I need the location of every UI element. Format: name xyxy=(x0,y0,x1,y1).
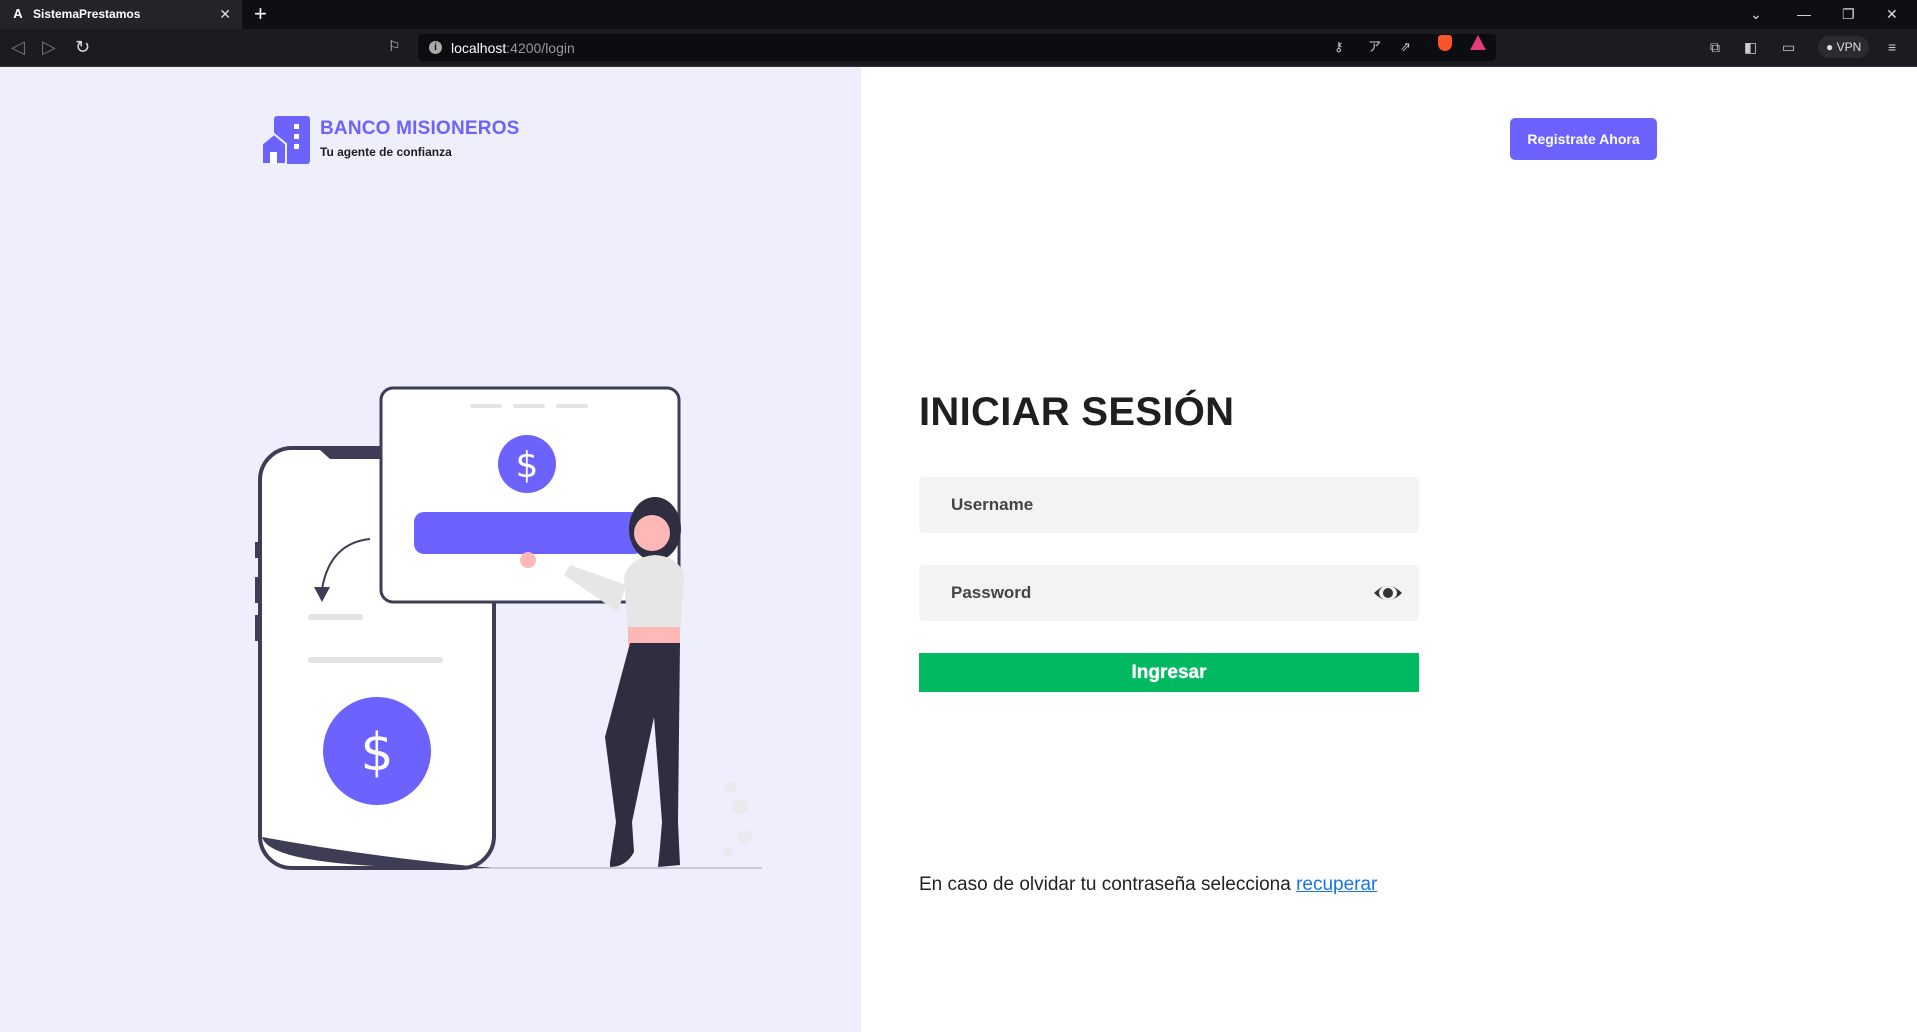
page-title: INICIAR SESIÓN xyxy=(919,390,1235,434)
recover-text: En caso de olvidar tu contraseña selecci… xyxy=(919,874,1291,895)
share-icon[interactable]: ⇗ xyxy=(1400,39,1411,55)
address-bar[interactable]: i localhost:4200/login ⚷ ア ⇗ xyxy=(418,34,1496,61)
brave-rewards-icon[interactable] xyxy=(1470,35,1486,50)
password-input[interactable] xyxy=(919,565,1419,621)
vpn-button[interactable]: ● VPN xyxy=(1818,36,1870,58)
bank-building-icon xyxy=(261,116,310,165)
mobile-payment-illustration: $ $ xyxy=(255,386,762,870)
brand-name: BANCO MISIONEROS xyxy=(320,118,520,139)
username-input[interactable] xyxy=(919,477,1419,533)
restore-icon[interactable]: ❐ xyxy=(1842,4,1855,24)
angular-favicon-icon: A xyxy=(13,6,23,21)
dollar-sign-icon: $ xyxy=(360,723,393,783)
login-page: BANCO MISIONEROS Tu agente de confianza … xyxy=(0,67,1917,1032)
minimize-icon[interactable]: — xyxy=(1797,4,1811,24)
close-window-icon[interactable]: ✕ xyxy=(1886,4,1898,24)
username-field[interactable] xyxy=(919,477,1419,533)
reload-icon[interactable]: ↻ xyxy=(75,37,90,57)
wallet-icon[interactable]: ▭ xyxy=(1782,38,1795,56)
close-tab-icon[interactable]: ✕ xyxy=(219,6,231,22)
browser-toolbar: ◁ ▷ ↻ ⚐ i localhost:4200/login ⚷ ア ⇗ ⧉ ◧… xyxy=(0,29,1917,67)
show-password-icon[interactable] xyxy=(1373,581,1403,605)
browser-tab[interactable]: A SistemaPrestamos ✕ xyxy=(0,0,242,29)
browser-tab-strip: A SistemaPrestamos ✕ + ⌄ — ❐ ✕ xyxy=(0,0,1917,29)
key-icon[interactable]: ⚷ xyxy=(1334,39,1344,55)
menu-icon[interactable]: ≡ xyxy=(1888,38,1896,56)
tab-search-chevron-icon[interactable]: ⌄ xyxy=(1750,4,1762,24)
recover-link[interactable]: recuperar xyxy=(1296,874,1377,895)
recover-password-text: En caso de olvidar tu contraseña selecci… xyxy=(919,874,1377,896)
url-text[interactable]: localhost:4200/login xyxy=(451,40,575,56)
forward-icon[interactable]: ▷ xyxy=(42,37,56,57)
brave-shields-icon[interactable] xyxy=(1438,35,1452,51)
new-tab-icon[interactable]: + xyxy=(254,3,267,25)
tab-title: SistemaPrestamos xyxy=(33,7,141,21)
bookmark-icon[interactable]: ⚐ xyxy=(388,38,401,55)
dollar-sign-icon-small: $ xyxy=(516,445,539,486)
sidebar-icon[interactable]: ◧ xyxy=(1744,38,1757,56)
brand-tagline: Tu agente de confianza xyxy=(320,145,452,159)
left-panel: BANCO MISIONEROS Tu agente de confianza … xyxy=(0,67,861,1032)
register-button[interactable]: Registrate Ahora xyxy=(1510,118,1657,160)
login-submit-button[interactable]: Ingresar xyxy=(919,653,1419,692)
extensions-icon[interactable]: ⧉ xyxy=(1710,38,1720,56)
site-info-icon[interactable]: i xyxy=(429,41,442,54)
translate-icon[interactable]: ア xyxy=(1368,39,1381,55)
back-icon[interactable]: ◁ xyxy=(11,37,25,57)
password-field[interactable] xyxy=(919,565,1419,621)
